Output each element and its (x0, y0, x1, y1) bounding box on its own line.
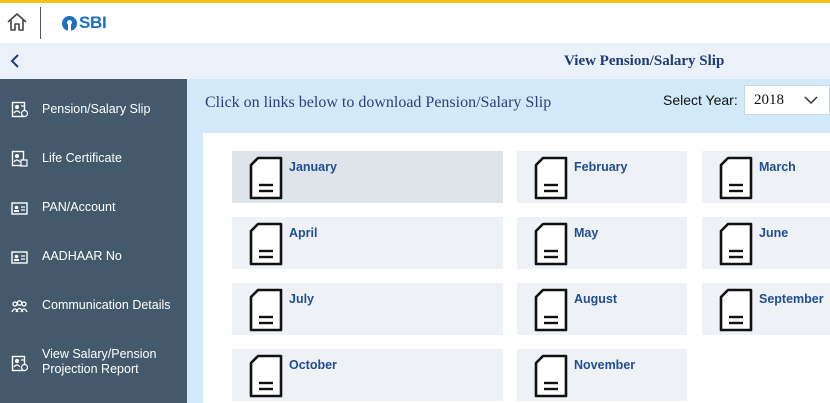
instruction-bar: Click on links below to download Pension… (187, 79, 830, 129)
main-content: View Pension/Salary Slip Click on links … (187, 43, 830, 403)
month-label: July (289, 292, 315, 306)
month-label: June (759, 226, 789, 240)
sbi-logo-icon (62, 15, 77, 31)
life-certificate-icon (11, 150, 28, 167)
sidebar-item-projection-report[interactable]: View Salary/Pension Projection Report (0, 337, 187, 387)
month-link-may[interactable]: May (517, 217, 687, 269)
month-label: November (574, 358, 636, 372)
sidebar-item-label: Communication Details (42, 298, 171, 312)
sidebar-item-label: Life Certificate (42, 151, 122, 165)
id-card-icon (11, 251, 28, 264)
year-select[interactable]: 2018 (744, 85, 830, 115)
page-title: View Pension/Salary Slip (564, 53, 725, 69)
sidebar-item-pan-account[interactable]: PAN/Account (0, 185, 187, 229)
document-icon (719, 288, 753, 332)
document-icon (534, 288, 568, 332)
document-icon (534, 222, 568, 266)
sidebar-item-communication-details[interactable]: Communication Details (0, 283, 187, 327)
month-link-march[interactable]: March (702, 151, 830, 203)
month-grid: January February March April May June Ju… (203, 133, 830, 403)
month-label: August (574, 292, 618, 306)
document-icon (249, 288, 283, 332)
sidebar-item-life-certificate[interactable]: Life Certificate (0, 136, 187, 180)
month-link-february[interactable]: February (517, 151, 687, 203)
sidebar-item-label: AADHAAR No (42, 249, 122, 263)
month-label: May (574, 226, 599, 240)
sidebar-item-label: PAN/Account (42, 200, 116, 214)
chevron-down-icon (804, 96, 818, 105)
document-icon (719, 156, 753, 200)
app-header: SBI (0, 3, 830, 43)
month-link-april[interactable]: April (232, 217, 503, 269)
year-select-label: Select Year: (663, 92, 738, 108)
month-link-july[interactable]: July (232, 283, 503, 335)
month-label: February (574, 160, 628, 174)
document-icon (534, 156, 568, 200)
home-icon (7, 13, 27, 31)
month-link-january[interactable]: January (232, 151, 503, 203)
sbi-logo: SBI (62, 11, 107, 35)
document-icon (249, 222, 283, 266)
month-link-june[interactable]: June (702, 217, 830, 269)
report-icon (11, 355, 28, 372)
logo-text: SBI (79, 13, 107, 32)
year-select-value: 2018 (754, 92, 784, 108)
document-icon (249, 156, 283, 200)
chevron-left-icon (10, 54, 19, 68)
document-icon (534, 354, 568, 398)
header-divider (40, 7, 41, 39)
people-icon (11, 300, 28, 313)
sidebar-item-label: Pension/Salary Slip (42, 102, 151, 116)
month-link-october[interactable]: October (232, 349, 503, 401)
document-icon (719, 222, 753, 266)
document-icon (249, 354, 283, 398)
sidebar-item-label: View Salary/Pension Projection Report (42, 347, 157, 376)
month-label: January (289, 160, 337, 174)
month-label: September (759, 292, 824, 306)
sidebar: Pension/Salary Slip Life Certificate PAN… (0, 43, 187, 403)
sidebar-item-salary-slip[interactable]: Pension/Salary Slip (0, 87, 187, 131)
instruction-text: Click on links below to download Pension… (205, 94, 552, 111)
month-link-august[interactable]: August (517, 283, 687, 335)
month-label: March (759, 160, 796, 174)
salary-slip-icon (11, 101, 28, 118)
month-grid-area: January February March April May June Ju… (187, 129, 830, 403)
month-label: October (289, 358, 337, 372)
sidebar-item-aadhaar[interactable]: AADHAAR No (0, 234, 187, 278)
month-link-september[interactable]: September (702, 283, 830, 335)
id-card-icon (11, 202, 28, 215)
back-button[interactable] (0, 43, 187, 79)
month-link-november[interactable]: November (517, 349, 687, 401)
title-bar: View Pension/Salary Slip (187, 43, 830, 79)
month-label: April (289, 226, 318, 240)
home-button[interactable] (5, 11, 29, 33)
